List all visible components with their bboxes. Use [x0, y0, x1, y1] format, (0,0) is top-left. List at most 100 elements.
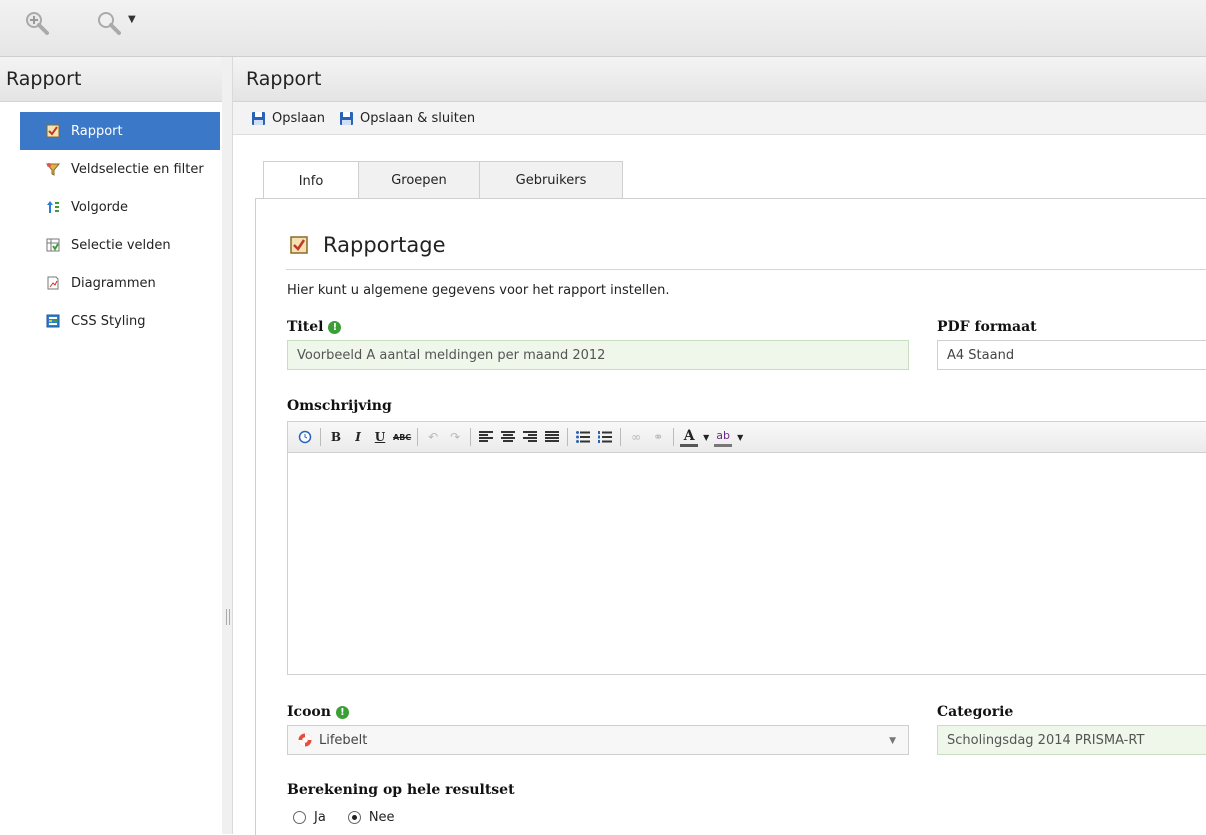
section-title: Rapportage: [323, 233, 446, 257]
sidebar-item-veldselectie[interactable]: Veldselectie en filter: [20, 150, 220, 188]
field-selection-icon: [46, 238, 60, 252]
categorie-label-text: Categorie: [937, 704, 1014, 720]
radio-nee[interactable]: [347, 811, 361, 824]
icoon-select[interactable]: Lifebelt ▼: [287, 725, 909, 755]
report-check-icon: [46, 124, 60, 138]
radio-ja[interactable]: [293, 811, 306, 824]
lifebelt-icon: [298, 733, 312, 747]
toolbar-separator: [620, 428, 622, 446]
omschrijving-label: Omschrijving: [287, 398, 392, 414]
numbered-list-icon[interactable]: [596, 427, 614, 447]
sidebar-item-label: Volgorde: [71, 199, 129, 215]
tab-label: Groepen: [391, 173, 447, 188]
berekening-radio-group: Ja Nee: [293, 810, 395, 825]
zoom-icon[interactable]: [96, 10, 122, 36]
sidebar: Rapport Rapport Veldselectie en filter V: [0, 57, 223, 834]
required-icon: !: [328, 320, 342, 334]
section-header: Rapportage: [289, 233, 446, 257]
toolbar-separator: [567, 428, 569, 446]
unlink-icon[interactable]: ⚭: [649, 427, 667, 447]
save-close-button[interactable]: Opslaan & sluiten: [339, 111, 475, 126]
sidebar-item-rapport[interactable]: Rapport: [20, 112, 220, 150]
floppy-disk-icon: [340, 111, 354, 125]
chevron-down-icon[interactable]: ▼: [889, 736, 896, 746]
align-right-icon[interactable]: [521, 427, 539, 447]
link-icon[interactable]: ∞: [627, 427, 645, 447]
bullet-list-icon[interactable]: [574, 427, 592, 447]
berekening-label-text: Berekening op hele resultset: [287, 782, 515, 798]
undo-icon[interactable]: ↶: [424, 427, 442, 447]
editor-toolbar: B I U ABC ↶ ↷ ∞ ⚭ A ▼ ab ▼: [287, 421, 1206, 453]
bold-button[interactable]: B: [327, 427, 345, 447]
sidebar-item-diagrammen[interactable]: Diagrammen: [20, 264, 220, 302]
tab-gebruikers[interactable]: Gebruikers: [480, 161, 623, 199]
sidebar-item-volgorde[interactable]: Volgorde: [20, 188, 220, 226]
align-center-icon[interactable]: [499, 427, 517, 447]
sidebar-title: Rapport: [0, 57, 222, 102]
berekening-label: Berekening op hele resultset: [287, 782, 515, 798]
tab-label: Gebruikers: [515, 173, 587, 188]
underline-button[interactable]: U: [371, 427, 389, 447]
titel-input[interactable]: Voorbeeld A aantal meldingen per maand 2…: [287, 340, 909, 370]
categorie-input[interactable]: Scholingsdag 2014 PRISMA-RT: [937, 725, 1206, 755]
css-styling-icon: [46, 314, 60, 328]
pdf-format-label: PDF formaat: [937, 319, 1037, 335]
titel-input-value: Voorbeeld A aantal meldingen per maand 2…: [297, 347, 606, 363]
section-divider: [286, 269, 1206, 270]
strikethrough-button[interactable]: ABC: [393, 427, 411, 447]
report-check-icon: [290, 236, 308, 254]
zoom-dropdown-chevron-icon[interactable]: ▼: [128, 14, 136, 25]
pdf-format-label-text: PDF formaat: [937, 319, 1037, 335]
splitter-grip-icon[interactable]: [226, 609, 230, 625]
align-justify-icon[interactable]: [543, 427, 561, 447]
tab-info[interactable]: Info: [263, 161, 359, 200]
clock-icon[interactable]: [296, 427, 314, 447]
sidebar-item-css-styling[interactable]: CSS Styling: [20, 302, 220, 340]
font-color-chevron-icon[interactable]: ▼: [702, 427, 710, 447]
save-button[interactable]: Opslaan: [251, 111, 325, 126]
radio-nee-label: Nee: [368, 810, 395, 825]
intro-text: Hier kunt u algemene gegevens voor het r…: [287, 283, 670, 298]
tab-label: Info: [298, 173, 324, 189]
highlight-color-button[interactable]: ab: [714, 428, 733, 447]
page-title: Rapport: [233, 57, 1206, 102]
pdf-format-value: A4 Staand: [947, 347, 1015, 363]
redo-icon[interactable]: ↷: [446, 427, 464, 447]
titel-label-text: Titel: [287, 319, 324, 335]
titel-label: Titel !: [287, 319, 342, 335]
toolbar-separator: [470, 428, 472, 446]
sidebar-item-selectie-velden[interactable]: Selectie velden: [20, 226, 220, 264]
toolbar-separator: [320, 428, 321, 446]
main-panel: Rapport Opslaan Opslaan & sluiten Info G…: [233, 57, 1206, 835]
align-left-icon[interactable]: [477, 427, 495, 447]
italic-button[interactable]: I: [349, 427, 367, 447]
omschrijving-label-text: Omschrijving: [287, 398, 392, 414]
sidebar-item-label: CSS Styling: [71, 313, 146, 329]
tab-bar: Info Groepen Gebruikers: [263, 161, 623, 200]
save-close-button-label: Opslaan & sluiten: [360, 110, 476, 126]
toolbar-separator: [673, 428, 675, 446]
categorie-label: Categorie: [937, 704, 1013, 720]
categorie-value: Scholingsdag 2014 PRISMA-RT: [947, 732, 1145, 748]
floppy-disk-icon: [252, 111, 265, 125]
sidebar-item-label: Selectie velden: [71, 237, 171, 253]
top-toolbar: ▼: [0, 0, 1206, 57]
sidebar-item-label: Veldselectie en filter: [71, 161, 204, 177]
sidebar-item-label: Diagrammen: [71, 275, 156, 291]
font-color-button[interactable]: A: [680, 428, 699, 447]
required-icon: !: [335, 705, 349, 719]
omschrijving-editor[interactable]: [287, 453, 1206, 675]
highlight-chevron-icon[interactable]: ▼: [736, 427, 744, 447]
panel-splitter[interactable]: [222, 57, 233, 834]
save-button-label: Opslaan: [272, 110, 326, 126]
chart-document-icon: [47, 276, 59, 290]
zoom-in-icon[interactable]: [24, 10, 50, 36]
filter-icon: [46, 163, 60, 176]
sort-order-icon: [47, 201, 59, 213]
tab-groepen[interactable]: Groepen: [359, 161, 480, 199]
sidebar-list: Rapport Veldselectie en filter Volgorde: [0, 112, 222, 340]
tab-panel-info: Rapportage Hier kunt u algemene gegevens…: [255, 198, 1206, 835]
action-bar: Opslaan Opslaan & sluiten: [233, 102, 1206, 135]
icoon-value: Lifebelt: [319, 732, 368, 748]
pdf-format-select[interactable]: A4 Staand: [937, 340, 1206, 370]
